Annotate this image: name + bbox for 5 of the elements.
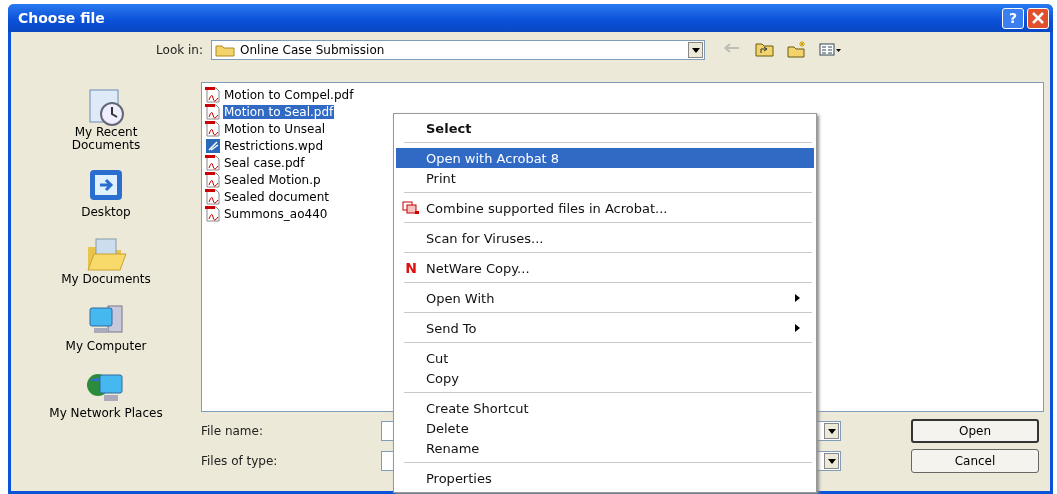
file-type-label: Files of type: <box>201 454 279 468</box>
look-in-label: Look in: <box>155 43 204 57</box>
window-title: Choose file <box>18 10 106 26</box>
file-name-label: File name: <box>201 424 264 438</box>
netware-letter: N <box>405 260 417 276</box>
